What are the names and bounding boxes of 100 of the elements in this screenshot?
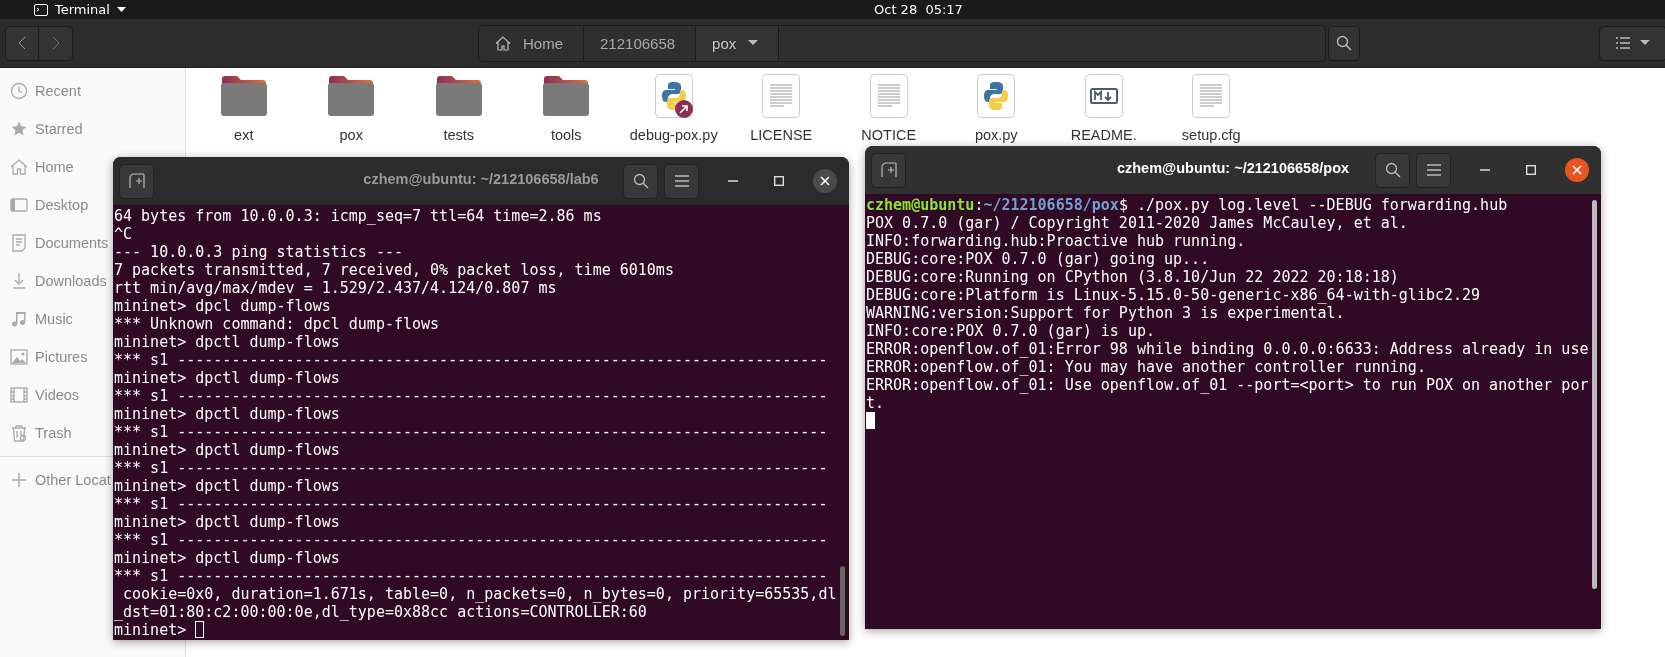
- minimize-icon: [1480, 169, 1490, 171]
- minimize-icon: [728, 180, 738, 182]
- new-tab-icon: [880, 162, 897, 178]
- folder-icon: [327, 73, 376, 119]
- terminal-text: mininet> dpcl dump-flows: [114, 297, 331, 315]
- file-name: README.: [1070, 127, 1137, 144]
- terminal-text: mininet> dpctl dump-flows: [114, 405, 340, 423]
- file-item[interactable]: tools: [512, 73, 620, 144]
- search-button[interactable]: [1375, 152, 1410, 188]
- file-name: setup.cfg: [1181, 127, 1241, 144]
- folder-icon: [219, 73, 268, 119]
- file-item[interactable]: pox: [297, 73, 405, 144]
- maximize-icon: [774, 176, 784, 186]
- terminal-text: INFO:forwarding.hub:Proactive hub running.: [866, 232, 1246, 250]
- close-button[interactable]: [813, 169, 837, 193]
- terminal-text: mininet> dpctl dump-flows: [114, 333, 340, 351]
- window-title: czhem@ubuntu: ~/212106658/pox: [1116, 160, 1350, 176]
- menu-button[interactable]: [664, 163, 699, 199]
- scrollbar[interactable]: [1592, 200, 1597, 589]
- terminal-text: ~/212106658/pox: [983, 196, 1119, 214]
- download-icon: [10, 272, 28, 290]
- file-item[interactable]: NOTICE: [835, 73, 943, 144]
- terminal-text: DEBUG:core:Platform is Linux-5.15.0-50-generic-x86_64-with-glibc2.29: [866, 286, 1481, 304]
- terminal-text: rtt min/avg/max/mdev = 1.529/2.437/4.124/0.807 ms: [114, 279, 557, 297]
- menu-icon: [1426, 164, 1441, 176]
- document-icon: [10, 234, 28, 252]
- terminal-text: DEBUG:core:Running on CPython (3.8.10/Jun 22 2022 20:18:18): [866, 268, 1399, 286]
- terminal-text: ERROR:openflow.of_01: You may have another controller running.: [866, 358, 1426, 376]
- terminal-text: mininet> dpctl dump-flows: [114, 477, 340, 495]
- film-icon: [10, 386, 28, 404]
- file-name: tests: [443, 127, 475, 144]
- window-title: czhem@ubuntu: ~/212106658/lab6: [363, 171, 599, 187]
- terminal-text: mininet> dpctl dump-flows: [114, 441, 340, 459]
- file-item[interactable]: ext: [190, 73, 298, 144]
- folder-icon: [434, 73, 483, 119]
- home-icon: [495, 35, 511, 51]
- terminal-text: czhem@ubuntu: [866, 196, 975, 214]
- file-item[interactable]: setup.cfg: [1157, 73, 1265, 144]
- terminal-text: POX 0.7.0 (gar) / Copyright 2011-2020 James McCauley, et al.: [866, 214, 1408, 232]
- new-tab-icon: [128, 173, 145, 189]
- path-segment[interactable]: pox: [696, 25, 780, 61]
- terminal-text: DEBUG:core:POX 0.7.0 (gar) going up...: [866, 250, 1210, 268]
- home-icon: [10, 158, 28, 176]
- markdown-file-icon: [1084, 73, 1123, 119]
- file-name: tools: [550, 127, 582, 144]
- search-button[interactable]: [1328, 25, 1360, 61]
- file-name: pox: [339, 127, 363, 144]
- text-file-icon: [762, 73, 801, 119]
- scrollbar[interactable]: [840, 566, 845, 636]
- text-file-icon: [1192, 73, 1231, 119]
- folder-icon: [542, 73, 591, 119]
- chevron-left-icon: [18, 36, 26, 50]
- search-icon: [632, 173, 649, 189]
- terminal-text: *** s1 ------------------------------------------------------------------------: [114, 459, 828, 477]
- terminal-text: *** Unknown command: dpcl dump-flows: [114, 315, 440, 333]
- app-menu[interactable]: Terminal: [0, 2, 874, 17]
- terminal-text: 7 packets transmitted, 7 received, 0% packet loss, time 6010ms: [114, 261, 674, 279]
- desktop-icon: [10, 196, 28, 214]
- terminal-text: _dst=01:80:c2:00:00:0e,dl_type=0x88cc actions=CONTROLLER:60: [114, 603, 647, 621]
- chevron-right-icon: [51, 36, 60, 50]
- file-item[interactable]: tests: [405, 73, 513, 144]
- file-item[interactable]: pox.py: [942, 73, 1050, 144]
- caret-icon: [116, 6, 126, 13]
- terminal-text: mininet> dpctl dump-flows: [114, 369, 340, 387]
- terminal-text: *** s1 ------------------------------------------------------------------------: [114, 423, 828, 441]
- terminal-text: *** s1 ------------------------------------------------------------------------: [114, 567, 828, 585]
- path-segment[interactable]: Home: [479, 25, 584, 61]
- file-name: debug-pox.py: [629, 127, 718, 144]
- trash-icon: [10, 424, 28, 442]
- file-name: NOTICE: [861, 127, 917, 144]
- new-tab-button[interactable]: [119, 163, 154, 199]
- menu-button[interactable]: [1416, 152, 1451, 188]
- music-icon: [10, 310, 28, 328]
- search-icon: [1336, 35, 1352, 51]
- clock-icon: [10, 82, 28, 100]
- terminal-text: mininet>: [114, 621, 188, 639]
- terminal-text: 64 bytes from 10.0.0.3: icmp_seq=7 ttl=64 time=2.86 ms: [114, 207, 602, 225]
- view-options-button[interactable]: [1599, 25, 1665, 61]
- file-item[interactable]: debug-pox.py: [620, 73, 728, 144]
- terminal-text: ERROR:openflow.of_01:Error 98 while binding 0.0.0.0:6633: Address already in use: [866, 340, 1589, 358]
- file-name: pox.py: [974, 127, 1018, 144]
- close-button[interactable]: [1565, 158, 1589, 182]
- terminal-text: mininet> dpctl dump-flows: [114, 549, 340, 567]
- file-item[interactable]: README.: [1050, 73, 1158, 144]
- clock[interactable]: Oct 28 05:17: [874, 2, 1665, 17]
- menu-icon: [674, 175, 689, 187]
- terminal-text: :: [974, 196, 984, 214]
- terminal-text: *** s1 ------------------------------------------------------------------------: [114, 495, 828, 513]
- maximize-icon: [1526, 165, 1536, 175]
- terminal-text: *** s1 ------------------------------------------------------------------------: [114, 531, 828, 549]
- terminal-text: *** s1 ------------------------------------------------------------------------: [114, 387, 828, 405]
- new-tab-button[interactable]: [871, 152, 906, 188]
- terminal-text: cookie=0x0, duration=1.671s, table=0, n_packets=0, n_bytes=0, priority=65535,dl: [122, 585, 837, 603]
- search-icon: [1384, 162, 1401, 178]
- file-item[interactable]: LICENSE: [727, 73, 835, 144]
- terminal-text: ^C: [114, 225, 133, 243]
- terminal-icon: [34, 3, 48, 16]
- terminal-text: t.: [866, 394, 885, 412]
- text-file-icon: [869, 73, 908, 119]
- search-button[interactable]: [623, 163, 658, 199]
